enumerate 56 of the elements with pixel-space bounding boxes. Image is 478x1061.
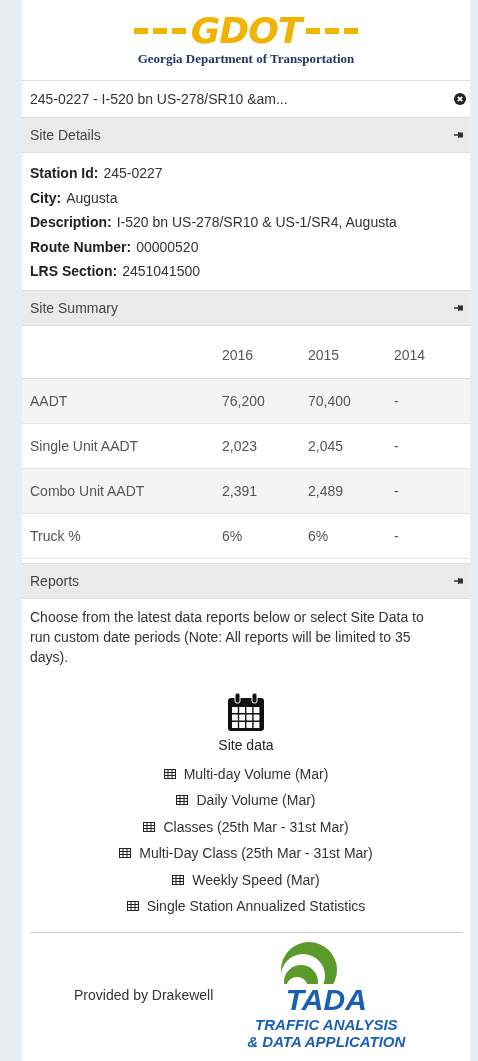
site-data-link[interactable]: Site data xyxy=(218,736,274,753)
field-label: LRS Section: xyxy=(30,263,118,280)
reports-intro: Choose from the latest data reports below or select Site Data to run custom date periods (Note: All reports will be limited to 35 days). xyxy=(29,607,425,667)
column-header: 2014 xyxy=(393,331,470,378)
table-cell: 2,489 xyxy=(307,468,393,513)
field-label: City: xyxy=(30,189,62,206)
field-value: 2451041500 xyxy=(122,263,200,280)
table-cell: - xyxy=(393,423,470,468)
table-cell: 76,200 xyxy=(221,378,307,423)
table-cell: AADT xyxy=(22,378,221,423)
field-label: Description: xyxy=(30,214,112,231)
table-cell: 70,400 xyxy=(307,378,393,423)
field-value: 00000520 xyxy=(136,238,199,255)
table-cell: - xyxy=(393,378,470,423)
section-header[interactable]: Site Details xyxy=(22,117,470,153)
report-link[interactable]: Daily Volume (Mar) xyxy=(176,787,316,814)
table-cell: 6% xyxy=(221,513,307,558)
table-cell: - xyxy=(393,513,470,558)
column-header: 2015 xyxy=(307,331,393,378)
calendar-icon[interactable] xyxy=(228,692,264,731)
section-header[interactable]: Site Summary xyxy=(22,289,470,326)
table-icon xyxy=(143,821,156,832)
gdot-logo: GDOT xyxy=(133,13,359,49)
logo-caption: Georgia Department of Transportation xyxy=(137,51,355,67)
table-icon xyxy=(172,874,185,885)
field-label: Route Number: xyxy=(30,238,132,255)
table-cell: 6% xyxy=(307,513,393,558)
table-icon xyxy=(176,795,189,806)
report-link[interactable]: Classes (25th Mar - 31st Mar) xyxy=(143,813,349,840)
report-link[interactable]: Single Station Annualized Statistics xyxy=(126,893,366,920)
table-cell: - xyxy=(393,468,470,513)
report-link[interactable]: Weekly Speed (Mar) xyxy=(172,866,320,893)
pin-icon[interactable] xyxy=(454,131,464,139)
table-cell: 2,023 xyxy=(221,423,307,468)
tada-logo: TADA TRAFFIC ANALYSIS & DATA APPLICATION xyxy=(247,940,406,1050)
close-icon[interactable] xyxy=(454,93,466,105)
field-value: I-520 bn US-278/SR10 & US-1/SR4, Augusta xyxy=(116,214,397,231)
pin-icon[interactable] xyxy=(454,303,464,312)
section-header[interactable]: Reports xyxy=(22,562,470,599)
provided-by: Provided by Drakewell xyxy=(74,987,214,1003)
table-icon xyxy=(126,901,139,912)
field-value: Augusta xyxy=(66,189,118,206)
field-value: 245-0227 xyxy=(103,165,163,182)
table-cell: Truck % xyxy=(22,513,221,558)
table-icon xyxy=(119,848,132,859)
field-label: Station Id: xyxy=(30,165,99,182)
table-cell: 2,045 xyxy=(307,423,393,468)
pin-icon[interactable] xyxy=(454,576,464,585)
table-cell: Single Unit AADT xyxy=(22,423,221,468)
report-link[interactable]: Multi-Day Class (25th Mar - 31st Mar) xyxy=(119,840,373,867)
table-cell: Combo Unit AADT xyxy=(22,468,221,513)
table-icon xyxy=(163,768,176,779)
site-title: 245-0227 - I-520 bn US-278/SR10 &am... xyxy=(30,91,288,107)
table-cell: 2,391 xyxy=(221,468,307,513)
column-header: 2016 xyxy=(221,331,307,378)
report-link[interactable]: Multi-day Volume (Mar) xyxy=(163,760,329,787)
